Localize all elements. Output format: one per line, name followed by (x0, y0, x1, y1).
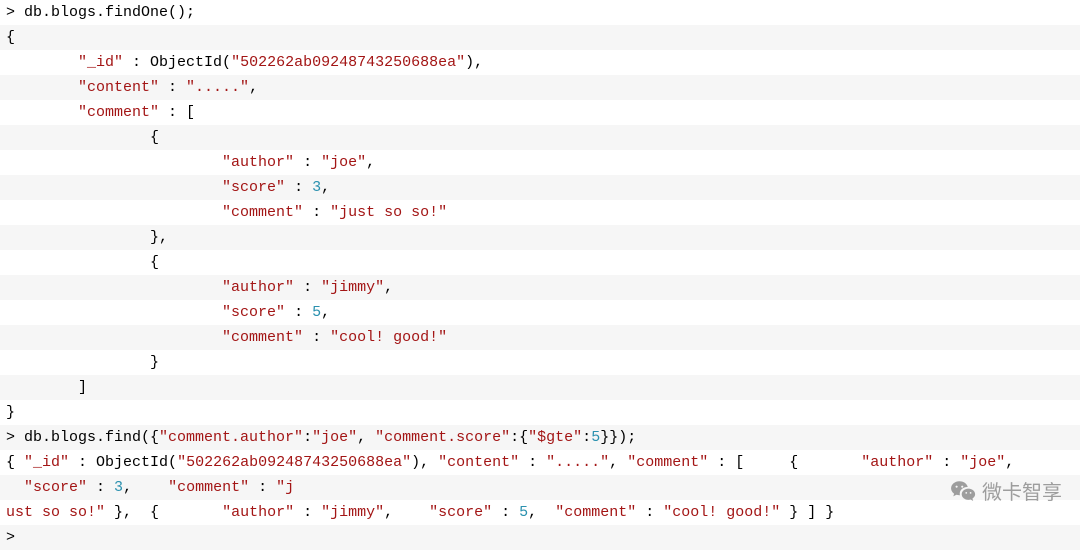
code-line: "_id" : ObjectId("502262ab09248743250688… (0, 50, 1080, 75)
watermark-text: 微卡智享 (982, 476, 1062, 505)
code-line: ust so so!" }, { "author" : "jimmy", "sc… (0, 500, 1080, 525)
code-line: "author" : "joe", (0, 150, 1080, 175)
code-line: "comment" : [ (0, 100, 1080, 125)
code-line: ] (0, 375, 1080, 400)
code-line: "score" : 5, (0, 300, 1080, 325)
code-line: }, (0, 225, 1080, 250)
code-line: { "_id" : ObjectId("502262ab092487432506… (0, 450, 1080, 475)
code-line: "score" : 3, "comment" : "j (0, 475, 1080, 500)
code-line: > db.blogs.find({"comment.author":"joe",… (0, 425, 1080, 450)
code-line: { (0, 125, 1080, 150)
code-line: "author" : "jimmy", (0, 275, 1080, 300)
code-block: > db.blogs.findOne();{ "_id" : ObjectId(… (0, 0, 1080, 550)
code-line: "score" : 3, (0, 175, 1080, 200)
watermark: 微卡智享 (950, 476, 1062, 505)
code-line: } (0, 350, 1080, 375)
code-line: } (0, 400, 1080, 425)
code-line: > db.blogs.findOne(); (0, 0, 1080, 25)
wechat-icon (950, 478, 976, 504)
code-line: > (0, 525, 1080, 550)
code-line: { (0, 25, 1080, 50)
code-line: "comment" : "just so so!" (0, 200, 1080, 225)
code-line: { (0, 250, 1080, 275)
code-line: "comment" : "cool! good!" (0, 325, 1080, 350)
code-line: "content" : ".....", (0, 75, 1080, 100)
